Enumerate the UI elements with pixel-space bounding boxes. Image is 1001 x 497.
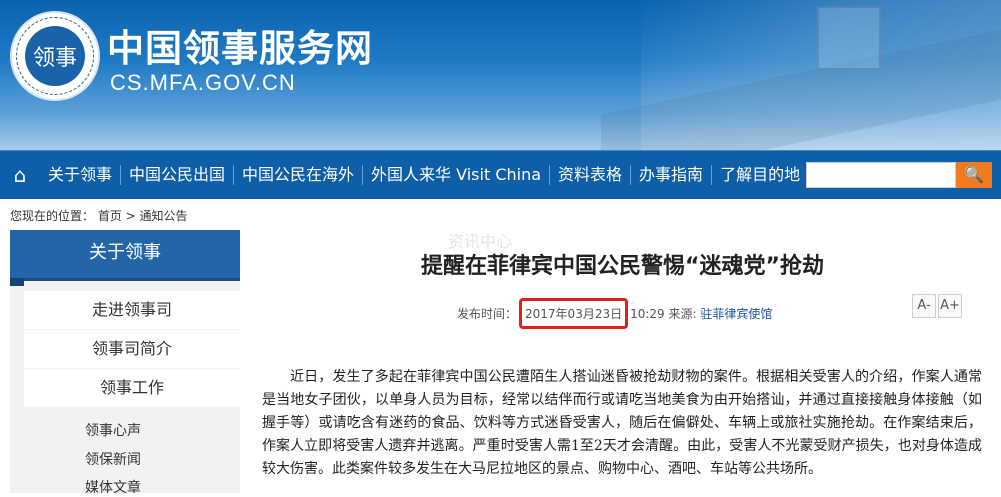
nav-item-destination[interactable]: 了解目的地: [711, 165, 808, 185]
article-body: 近日，发生了多起在菲律宾中国公民遭陌生人搭讪迷昏被抢劫财物的案件。根据相关受害人…: [262, 369, 982, 477]
nav-item-citizens-abroad[interactable]: 中国公民出国: [120, 165, 233, 185]
nav-item-visit-china[interactable]: 外国人来华 Visit China: [362, 165, 549, 185]
nav-item-forms[interactable]: 资料表格: [549, 165, 630, 185]
sidebar-item-department-profile[interactable]: 领事司简介: [24, 330, 240, 368]
font-larger-button[interactable]: A+: [938, 294, 962, 318]
publish-time-source-label: 10:29 来源:: [630, 307, 697, 321]
publish-date: 2017年03月23日: [525, 307, 623, 321]
font-smaller-button[interactable]: A-: [912, 294, 936, 318]
sidebar-subitem-media-articles[interactable]: 媒体文章: [85, 477, 141, 497]
sidebar-heading-tab: [10, 278, 24, 286]
source-link[interactable]: 驻菲律宾使馆: [700, 307, 772, 321]
sidebar: 关于领事 走进领事司 领事司简介 领事工作 领事心声 领保新闻 媒体文章: [10, 230, 240, 496]
nav-item-about-consular[interactable]: 关于领事: [40, 165, 120, 185]
breadcrumb: 您现在的位置： 首页 > 通知公告: [10, 209, 188, 223]
sidebar-item-consular-work[interactable]: 领事工作: [24, 369, 240, 407]
article-title: 提醒在菲律宾中国公民警惕“迷魂党”抢劫: [421, 254, 824, 279]
nav-item-guide[interactable]: 办事指南: [630, 165, 711, 185]
publish-date-highlight: 2017年03月23日: [519, 298, 629, 329]
sidebar-heading: 关于领事: [10, 230, 240, 281]
sidebar-item-intro-department[interactable]: 走进领事司: [24, 291, 240, 329]
site-title[interactable]: 中国领事服务网: [107, 18, 373, 72]
sidebar-subitem-voice[interactable]: 领事心声: [85, 420, 141, 440]
article-meta: 发布时间： 2017年03月23日 10:29 来源: 驻菲律宾使馆: [457, 298, 772, 329]
publish-label: 发布时间：: [457, 307, 518, 321]
home-icon[interactable]: ⌂: [8, 163, 32, 187]
great-wall-tower: [817, 6, 881, 70]
consular-emblem-logo[interactable]: 领事: [12, 13, 98, 99]
search-icon[interactable]: 🔍: [956, 162, 992, 188]
emblem-text: 领事: [25, 26, 85, 86]
sidebar-subitem-protection-news[interactable]: 领保新闻: [85, 449, 141, 469]
site-header: 领事 中国领事服务网 CS.MFA.GOV.CN: [0, 0, 1001, 150]
nav-item-citizens-overseas[interactable]: 中国公民在海外: [233, 165, 362, 185]
search-input[interactable]: [806, 162, 956, 188]
site-url: CS.MFA.GOV.CN: [110, 70, 296, 95]
